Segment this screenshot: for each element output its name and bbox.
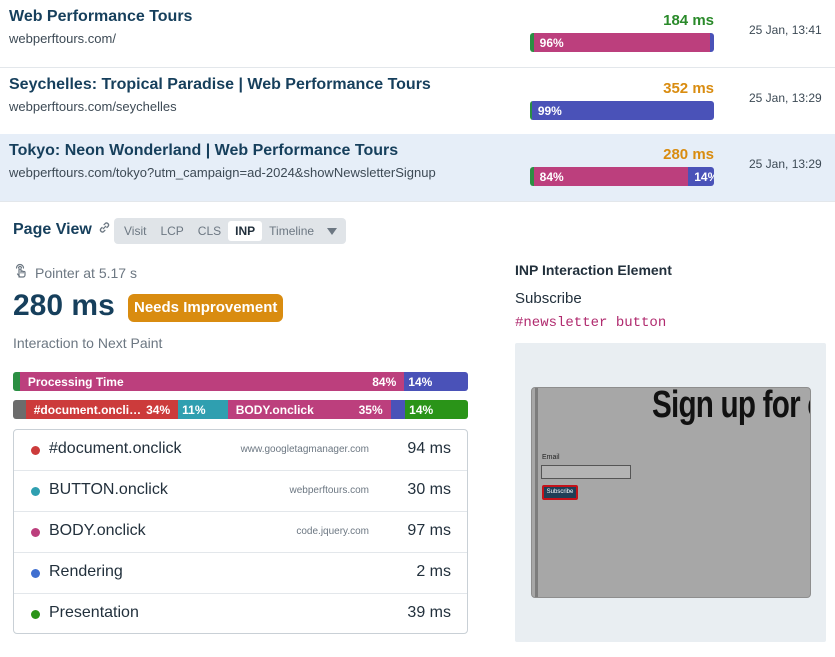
handler-duration: 39 ms [407, 604, 451, 621]
tab-cls[interactable]: CLS [191, 221, 228, 241]
page-url: webperftours.com/tokyo?utm_campaign=ad-2… [9, 165, 436, 180]
tab-timeline[interactable]: Timeline [262, 221, 321, 241]
screenshot-headline: Sign up for o [652, 387, 811, 426]
page-row[interactable]: Tokyo: Neon Wonderland | Web Performance… [0, 134, 835, 202]
page-row[interactable]: Seychelles: Tropical Paradise | Web Perf… [0, 68, 835, 136]
interaction-type: Pointer at 5.17 s [13, 263, 137, 282]
pointer-text: Pointer at 5.17 s [35, 264, 137, 281]
bar-segment[interactable]: BODY.onclick 35% [227, 400, 391, 419]
bar-segment-label: 84% [539, 169, 564, 184]
bar-segment [710, 33, 714, 52]
bar-segment: 96% [533, 33, 711, 52]
handler-name: Presentation [49, 604, 139, 621]
metric-tabs: Visit LCP CLS INP Timeline [114, 218, 347, 244]
handler-color-dot [31, 446, 40, 455]
element-selector: #newsletter button [515, 315, 667, 331]
handler-color-dot [31, 610, 40, 619]
page-url: webperftours.com/seychelles [9, 99, 177, 114]
bar-segment-percent: 84% [372, 374, 397, 389]
bar-segment[interactable]: 14% [404, 372, 468, 391]
element-text: Subscribe [515, 290, 582, 307]
handler-row[interactable]: Presentation 39 ms [14, 594, 467, 633]
page-title: Web Performance Tours [9, 8, 193, 25]
metric-name: Interaction to Next Paint [13, 335, 163, 351]
page-view-header: Page View [13, 221, 111, 239]
inp-value: 280 ms [13, 289, 115, 322]
page-row[interactable]: Web Performance Tours webperftours.com/18… [0, 0, 835, 68]
page-inp-bar: 96% [530, 33, 714, 52]
bar-segment-percent: 35% [358, 402, 383, 417]
page-inp-value: 184 ms [663, 12, 714, 29]
page-view-title: Page View [13, 221, 92, 238]
element-screenshot: Sign up for o Email Subscribe [531, 387, 811, 598]
bar-segment: 99% [531, 101, 714, 120]
pointer-icon [13, 263, 29, 282]
handler-color-dot [31, 528, 40, 537]
handler-source: webperftours.com [289, 485, 369, 496]
screenshot-divider [535, 388, 538, 597]
handler-name: #document.onclick [49, 440, 182, 457]
bar-segment[interactable]: #document.oncli… 34% [25, 400, 179, 419]
page-url: webperftours.com/ [9, 31, 116, 46]
handler-name: Rendering [49, 563, 123, 580]
handler-duration: 94 ms [407, 440, 451, 457]
bar-segment-label: Processing Time [27, 374, 124, 389]
page-timestamp: 25 Jan, 13:41 [749, 23, 822, 37]
handler-row[interactable]: BODY.onclick code.jquery.com 97 ms [14, 512, 467, 553]
bar-segment-label: 14% [408, 374, 433, 389]
handler-list: #document.onclick www.googletagmanager.co… [13, 429, 468, 634]
page-inp-bar: 99% [530, 101, 714, 120]
bar-segment-label: 14% [694, 169, 714, 184]
handler-name: BODY.onclick [49, 522, 146, 539]
handler-row[interactable]: #document.onclick www.googletagmanager.co… [14, 430, 467, 471]
bar-segment[interactable]: Processing Time 84% [19, 372, 405, 391]
page-inp-value: 280 ms [663, 146, 714, 163]
tab-lcp[interactable]: LCP [153, 221, 190, 241]
bar-segment: 84% [533, 167, 689, 186]
page-inp-bar: 84% 14% [530, 167, 714, 186]
bar-segment-label: 99% [537, 103, 562, 118]
bar-segment[interactable]: 11% [178, 400, 228, 419]
bar-segment[interactable] [390, 400, 406, 419]
phase-breakdown-bar: Processing Time 84% 14% [13, 372, 468, 391]
bar-segment[interactable] [13, 400, 26, 419]
element-preview: Sign up for o Email Subscribe [515, 343, 826, 642]
bar-segment: 14% [688, 167, 714, 186]
bar-segment-label: 11% [182, 402, 206, 417]
element-heading: INP Interaction Element [515, 262, 672, 278]
handler-breakdown-bar: #document.oncli… 34% 11% BODY.onclick 35% 14% [13, 400, 468, 419]
screenshot-email-input [541, 465, 631, 479]
handler-source: code.jquery.com [296, 526, 369, 537]
handler-duration: 97 ms [407, 522, 451, 539]
status-badge: Needs Improvement [128, 294, 284, 322]
handler-source: www.googletagmanager.com [240, 444, 369, 455]
screenshot-subscribe-button: Subscribe [542, 485, 578, 500]
bar-segment-label: BODY.onclick [235, 402, 314, 417]
tab-inp[interactable]: INP [228, 221, 263, 241]
page-timestamp: 25 Jan, 13:29 [749, 91, 822, 105]
chevron-down-icon[interactable] [321, 221, 343, 241]
page-inp-value: 352 ms [663, 80, 714, 97]
handler-name: BUTTON.onclick [49, 481, 168, 498]
bar-segment[interactable]: 14% [405, 400, 468, 419]
handler-duration: 2 ms [416, 563, 451, 580]
screenshot-email-label: Email [542, 454, 560, 461]
handler-color-dot [31, 487, 40, 496]
tab-visit[interactable]: Visit [117, 221, 153, 241]
bar-segment-label: 14% [409, 402, 434, 417]
page-timestamp: 25 Jan, 13:29 [749, 157, 822, 171]
handler-row[interactable]: BUTTON.onclick webperftours.com 30 ms [14, 471, 467, 512]
handler-row[interactable]: Rendering 2 ms [14, 553, 467, 594]
handler-duration: 30 ms [407, 481, 451, 498]
page-title: Seychelles: Tropical Paradise | Web Perf… [9, 76, 431, 93]
link-icon[interactable] [98, 221, 111, 239]
handler-color-dot [31, 569, 40, 578]
bar-segment-label: #document.oncli… [33, 402, 142, 417]
page-title: Tokyo: Neon Wonderland | Web Performance… [9, 142, 399, 159]
bar-segment-label: 96% [539, 35, 564, 50]
bar-segment-percent: 34% [146, 402, 171, 417]
bar-segment[interactable] [13, 372, 20, 391]
